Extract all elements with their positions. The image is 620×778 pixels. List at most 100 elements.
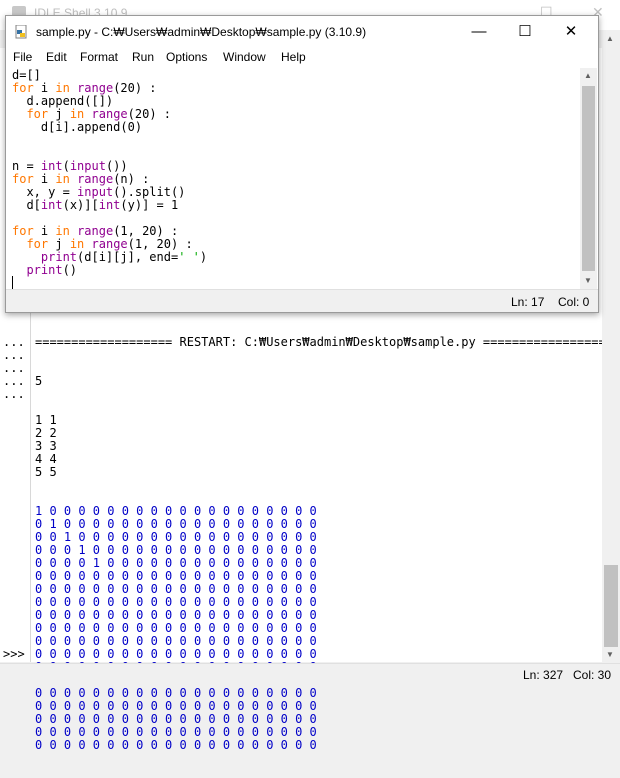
shell-prompt: >>>: [3, 647, 25, 661]
code-token: (1, 20) :: [127, 237, 193, 251]
code-token: int: [98, 198, 121, 212]
code-token: d[i].append(0): [12, 120, 143, 134]
code-token: print: [40, 250, 78, 264]
code-token: int: [40, 198, 63, 212]
code-token: range: [91, 107, 128, 121]
code-line: d[i].append(0): [12, 121, 207, 134]
code-token: in: [69, 237, 85, 251]
code-token: in: [69, 107, 85, 121]
code-token: (: [62, 159, 70, 173]
code-token: range: [91, 237, 128, 251]
code-token: (x)][: [62, 198, 99, 212]
code-token: ().split(): [113, 185, 186, 199]
editor-menu-bar: File Edit Format Run Options Window Help: [6, 48, 598, 68]
code-token: n =: [12, 159, 41, 173]
code-token: x, y =: [12, 185, 78, 199]
text-caret: [12, 276, 13, 289]
code-token: (): [62, 263, 78, 277]
menu-options[interactable]: Options: [166, 50, 207, 64]
code-token: range: [77, 81, 114, 95]
shell-scroll-up-icon[interactable]: ▲: [606, 34, 614, 43]
code-token: for: [12, 172, 34, 186]
shell-output-area[interactable]: =================== RESTART: C:₩Users₩ad…: [0, 310, 613, 752]
code-line: d[int(x)][int(y)] = 1: [12, 199, 207, 212]
code-token: d[: [12, 198, 41, 212]
code-token: for: [12, 224, 34, 238]
editor-column-number: Col: 0: [558, 295, 590, 309]
menu-window[interactable]: Window: [223, 50, 266, 64]
shell-output-list: 1 0 0 0 0 0 0 0 0 0 0 0 0 0 0 0 0 0 0 00…: [35, 505, 613, 752]
continuation-prompt: ...: [3, 387, 25, 401]
code-token: range: [77, 172, 114, 186]
restart-banner: =================== RESTART: C:₩Users₩ad…: [35, 335, 613, 349]
menu-edit[interactable]: Edit: [46, 50, 67, 64]
code-token: in: [55, 81, 70, 95]
shell-scroll-thumb[interactable]: [604, 565, 618, 647]
minimize-icon[interactable]: —: [456, 20, 502, 44]
code-token: (n) :: [113, 172, 150, 186]
editor-status-bar: Ln: 17 Col: 0: [6, 289, 598, 312]
code-token: ): [199, 250, 208, 264]
editor-scroll-up-icon[interactable]: ▲: [584, 71, 592, 80]
editor-scroll-down-icon[interactable]: ▼: [584, 276, 592, 285]
code-token: i: [33, 172, 56, 186]
code-token: for: [12, 81, 34, 95]
code-editor[interactable]: d=[] for i in range(20) : d.append([]) fo…: [6, 68, 580, 289]
code-token: j: [48, 237, 70, 251]
menu-run[interactable]: Run: [132, 50, 154, 64]
code-line: print(): [12, 264, 207, 277]
code-token: for: [26, 237, 49, 251]
editor-window: sample.py - C:₩Users₩admin₩Desktop₩sampl…: [5, 15, 599, 313]
editor-vertical-scrollbar[interactable]: ▲ ▼: [580, 68, 597, 289]
maximize-icon[interactable]: ☐: [502, 20, 548, 44]
code-token: (20) :: [113, 81, 157, 95]
code-token: int: [40, 159, 63, 173]
menu-help[interactable]: Help: [281, 50, 306, 64]
code-token: input: [77, 185, 114, 199]
editor-scroll-thumb[interactable]: [582, 86, 595, 271]
shell-input-line: 3 3: [35, 439, 57, 453]
code-token: in: [55, 172, 70, 186]
editor-window-title: sample.py - C:₩Users₩admin₩Desktop₩sampl…: [36, 25, 367, 39]
shell-status-bar: Ln: 327 Col: 30: [0, 663, 620, 686]
code-token: (y)] = 1: [120, 198, 179, 212]
close-icon[interactable]: ✕: [548, 20, 594, 44]
shell-scroll-down-icon[interactable]: ▼: [606, 650, 614, 659]
code-token: ()): [105, 159, 128, 173]
shell-text: =================== RESTART: C:₩Users₩ad…: [35, 310, 613, 778]
code-token: range: [77, 224, 114, 238]
shell-output-line: 0 0 0 0 0 0 0 0 0 0 0 0 0 0 0 0 0 0 0 0: [35, 699, 317, 713]
code-token: (20) :: [127, 107, 171, 121]
code-token: j: [48, 107, 70, 121]
shell-input-line: 5: [35, 374, 43, 388]
shell-input-list: 1 12 23 34 45 5: [35, 414, 613, 479]
code-token: print: [26, 263, 63, 277]
editor-line-number: Ln: 17: [511, 295, 545, 309]
code-token: (1, 20) :: [113, 224, 179, 238]
code-token: d=[]: [12, 68, 41, 82]
shell-output-line: 0 0 0 0 0 0 0 0 0 0 0 0 0 0 0 0 0 0 0 0: [35, 686, 317, 700]
code-token: d.append([]): [12, 94, 114, 108]
menu-file[interactable]: File: [13, 50, 32, 64]
shell-output-line: 0 0 0 0 0 0 0 0 0 0 0 0 0 0 0 0 0 0 0 0: [35, 738, 317, 752]
code-token: i: [33, 81, 56, 95]
menu-format[interactable]: Format: [80, 50, 118, 64]
editor-title-bar[interactable]: sample.py - C:₩Users₩admin₩Desktop₩sampl…: [6, 16, 598, 48]
code-token: in: [55, 224, 70, 238]
shell-output-line: 0 0 0 0 0 0 0 0 0 0 0 0 0 0 0 0 0 0 0 0: [35, 712, 317, 726]
code-lines: d=[] for i in range(20) : d.append([]) fo…: [12, 69, 207, 277]
shell-input-line: 4 4: [35, 452, 57, 466]
code-token: ' ': [178, 250, 200, 264]
shell-input-line: 5 5: [35, 465, 57, 479]
shell-line-number: Ln: 327: [523, 668, 564, 682]
